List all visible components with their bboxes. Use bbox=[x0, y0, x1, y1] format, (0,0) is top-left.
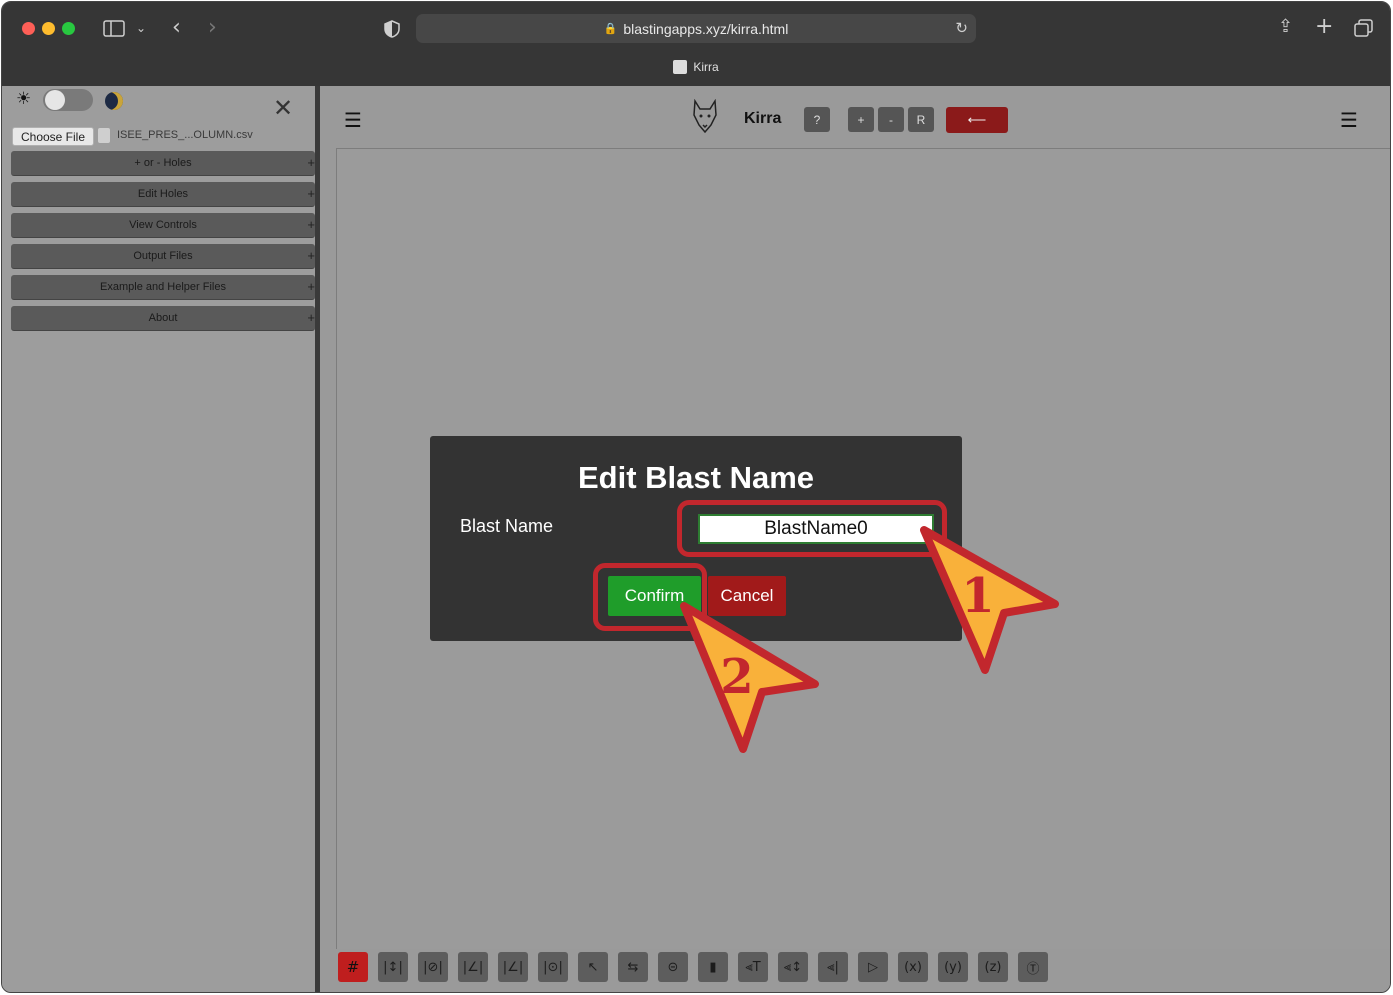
tab-kirra[interactable]: Kirra bbox=[2, 60, 1390, 74]
toggle-knob bbox=[45, 90, 65, 110]
expand-icon: + bbox=[307, 217, 315, 232]
tool-delay-button[interactable]: ⊝ bbox=[658, 952, 688, 982]
expand-icon: + bbox=[307, 155, 315, 170]
app-toolbar: ☰ Kirra ? + - R ⟵ ☰ bbox=[320, 86, 1390, 146]
close-icon[interactable]: ✕ bbox=[273, 94, 293, 122]
address-bar[interactable]: 🔒 blastingapps.xyz/kirra.html ↻ bbox=[416, 14, 976, 43]
tab-title: Kirra bbox=[693, 60, 719, 74]
sidebar-item-label: About bbox=[148, 312, 178, 324]
chevron-down-icon[interactable]: ⌄ bbox=[136, 22, 146, 34]
tool-diameter-button[interactable]: |⊘| bbox=[418, 952, 448, 982]
tool-y-button[interactable]: (y) bbox=[938, 952, 968, 982]
expand-icon: + bbox=[307, 279, 315, 294]
app-title: Kirra bbox=[744, 110, 782, 127]
sidebar-item-output-files[interactable]: Output Files + bbox=[11, 244, 315, 269]
kirra-favicon-icon bbox=[673, 60, 688, 74]
cancel-button[interactable]: Cancel bbox=[708, 576, 786, 616]
sidebar-item-example-files[interactable]: Example and Helper Files + bbox=[11, 275, 315, 300]
kirra-logo-icon bbox=[693, 99, 717, 133]
expand-icon: + bbox=[307, 248, 315, 263]
input-highlight bbox=[677, 500, 947, 557]
tool-x-button[interactable]: (x) bbox=[898, 952, 928, 982]
choose-file-button[interactable]: Choose File bbox=[12, 127, 94, 146]
tool-dip-button[interactable]: |∠| bbox=[498, 952, 528, 982]
forward-icon[interactable]: › bbox=[208, 17, 217, 39]
right-menu-icon[interactable]: ☰ bbox=[1340, 110, 1358, 130]
tool-hole-id-button[interactable]: # bbox=[338, 952, 368, 982]
close-window-button[interactable] bbox=[22, 22, 35, 35]
dark-mode-toggle[interactable] bbox=[43, 89, 93, 111]
lock-icon: 🔒 bbox=[603, 22, 618, 35]
sidebar-item-edit-holes[interactable]: Edit Holes + bbox=[11, 182, 315, 207]
expand-icon: + bbox=[307, 310, 315, 325]
dialog-title: Edit Blast Name bbox=[577, 460, 814, 495]
sun-icon: ☀ bbox=[16, 89, 32, 109]
tool-tie-button[interactable]: ⇆ bbox=[618, 952, 648, 982]
side-panel: ☀ ✕ Choose File ISEE_PRES_...OLUMN.csv +… bbox=[2, 86, 315, 992]
sidebar-icon[interactable] bbox=[103, 20, 125, 40]
sidebar-item-about[interactable]: About + bbox=[11, 306, 315, 331]
bottom-toolbar: # |↕| |⊘| |∠| |∠| |⊙| ↖ ⇆ ⊝ ▮ ⫷T ⫷↕ ⫷| ▷… bbox=[336, 950, 1390, 986]
tool-play-button[interactable]: ▷ bbox=[858, 952, 888, 982]
tabs-overview-icon[interactable] bbox=[1354, 19, 1373, 40]
sidebar-menu: + or - Holes + Edit Holes + View Controls +… bbox=[11, 151, 315, 337]
tool-angle-button[interactable]: |∠| bbox=[458, 952, 488, 982]
tool-time-button[interactable]: ⫷T bbox=[738, 952, 768, 982]
left-menu-icon[interactable]: ☰ bbox=[344, 110, 362, 130]
tool-text-button[interactable]: Ⓣ bbox=[1018, 952, 1048, 982]
shield-icon[interactable] bbox=[384, 20, 400, 41]
share-icon[interactable]: ⇪ bbox=[1278, 18, 1293, 36]
reset-button[interactable]: R bbox=[908, 107, 934, 132]
tool-bearing-button[interactable]: |⊙| bbox=[538, 952, 568, 982]
sidebar-item-view-controls[interactable]: View Controls + bbox=[11, 213, 315, 238]
zoom-out-button[interactable]: - bbox=[878, 107, 904, 132]
chosen-file-name: ISEE_PRES_...OLUMN.csv bbox=[117, 129, 253, 141]
new-tab-icon[interactable]: + bbox=[1315, 16, 1333, 38]
reload-icon[interactable]: ↻ bbox=[955, 21, 968, 36]
minimize-window-button[interactable] bbox=[42, 22, 55, 35]
zoom-in-button[interactable]: + bbox=[848, 107, 874, 132]
confirm-highlight bbox=[593, 563, 707, 631]
tool-length-button[interactable]: |↕| bbox=[378, 952, 408, 982]
moon-icon bbox=[105, 92, 123, 110]
back-icon[interactable]: ‹ bbox=[172, 17, 181, 39]
tool-arrow-button[interactable]: ↖ bbox=[578, 952, 608, 982]
back-button[interactable]: ⟵ bbox=[946, 107, 1008, 133]
tool-depth-button[interactable]: ⫷↕ bbox=[778, 952, 808, 982]
sidebar-item-label: Edit Holes bbox=[137, 188, 189, 200]
help-button[interactable]: ? bbox=[804, 107, 830, 132]
expand-icon: + bbox=[307, 186, 315, 201]
zoom-window-button[interactable] bbox=[62, 22, 75, 35]
sidebar-item-label: Example and Helper Files bbox=[100, 281, 226, 293]
file-icon bbox=[98, 128, 110, 143]
url-text: blastingapps.xyz/kirra.html bbox=[623, 20, 789, 37]
browser-toolbar: ⌄ ‹ › 🔒 blastingapps.xyz/kirra.html ↻ ⇪ … bbox=[2, 2, 1390, 87]
tool-z-button[interactable]: (z) bbox=[978, 952, 1008, 982]
sidebar-item-label: View Controls bbox=[129, 219, 197, 231]
sidebar-item-label: + or - Holes bbox=[134, 157, 192, 169]
tool-charge-button[interactable]: ▮ bbox=[698, 952, 728, 982]
blast-name-label: Blast Name bbox=[460, 516, 554, 536]
sidebar-item-label: Output Files bbox=[133, 250, 193, 262]
sidebar-item-holes[interactable]: + or - Holes + bbox=[11, 151, 315, 176]
tool-subdrill-button[interactable]: ⫷| bbox=[818, 952, 848, 982]
